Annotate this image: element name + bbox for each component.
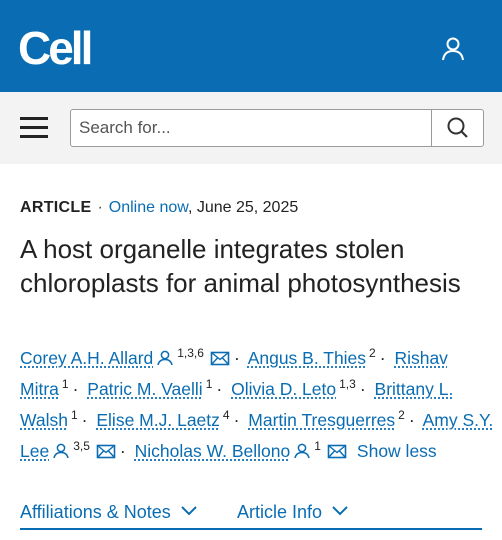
article-title: A host organelle integrates stolen chlor… [20, 234, 461, 298]
affiliation-superscript: 1,3 [339, 377, 356, 391]
author-separator: · [379, 348, 386, 368]
author-name[interactable]: Angus B. Thies [248, 348, 366, 368]
email-icon[interactable] [210, 346, 230, 375]
search-input[interactable] [71, 110, 431, 146]
cell-logo[interactable]: Cell [18, 24, 93, 72]
affiliation-superscript: 1 [61, 377, 69, 391]
search-bar [0, 92, 502, 164]
article-type: ARTICLE [20, 199, 92, 216]
author-separator: · [233, 348, 240, 368]
affiliation-superscript: 1 [70, 408, 78, 422]
show-less-button[interactable]: Show less [357, 441, 437, 461]
affiliation-superscript: 3,5 [73, 439, 90, 453]
author-profile-icon[interactable] [156, 346, 174, 375]
menu-button[interactable] [18, 112, 50, 142]
affiliation-superscript: 4 [222, 408, 230, 422]
user-account-button[interactable] [438, 34, 468, 64]
author-name[interactable]: Elise M.J. Laetz [96, 410, 220, 430]
author-separator: · [72, 379, 79, 399]
publish-date: , June 25, 2025 [187, 199, 299, 216]
author-separator: · [119, 441, 126, 461]
tab-affiliations-notes[interactable]: Affiliations & Notes [20, 502, 198, 523]
author-separator: · [81, 410, 88, 430]
site-header: Cell [0, 0, 502, 92]
author-name[interactable]: Martin Tresguerres [248, 410, 395, 430]
author-name[interactable]: Corey A.H. Allard [20, 348, 153, 368]
affiliation-superscript: 2 [398, 408, 405, 422]
search-button[interactable] [431, 110, 483, 146]
author-name[interactable]: Olivia D. Leto [231, 379, 336, 399]
tab-label: Article Info [237, 502, 323, 522]
affiliation-superscript: 1,3,6 [177, 346, 204, 360]
author-separator: · [408, 410, 415, 430]
magnifier-icon [447, 117, 468, 138]
affiliation-superscript: 1 [205, 377, 213, 391]
article-tabs: Affiliations & Notes Article Info [20, 500, 482, 530]
tab-article-info[interactable]: Article Info [237, 502, 349, 523]
meta-separator: · [97, 199, 103, 216]
author-name[interactable]: Nicholas W. Bellono [135, 441, 291, 461]
author-profile-icon[interactable] [293, 439, 311, 468]
user-icon [442, 37, 464, 61]
author-profile-icon[interactable] [52, 439, 70, 468]
chevron-down-icon [332, 506, 348, 516]
author-name[interactable]: Patric M. Vaelli [87, 379, 202, 399]
search-box [70, 109, 484, 147]
chevron-down-icon [181, 506, 197, 516]
email-icon[interactable] [96, 439, 116, 468]
affiliation-superscript: 1 [314, 439, 321, 453]
online-now-link[interactable]: Online now [109, 199, 188, 216]
affiliation-superscript: 2 [369, 346, 376, 360]
hamburger-menu-icon [20, 117, 48, 120]
tab-label: Affiliations & Notes [20, 502, 171, 522]
author-separator: · [359, 379, 366, 399]
author-separator: · [233, 410, 240, 430]
author-list: Corey A.H. Allard 1,3,6 · Angus B. Thies 2 ·… [20, 344, 495, 468]
email-icon[interactable] [327, 439, 347, 468]
article-meta: ARTICLE · Online now, June 25, 2025 [20, 198, 298, 218]
author-separator: · [216, 379, 223, 399]
